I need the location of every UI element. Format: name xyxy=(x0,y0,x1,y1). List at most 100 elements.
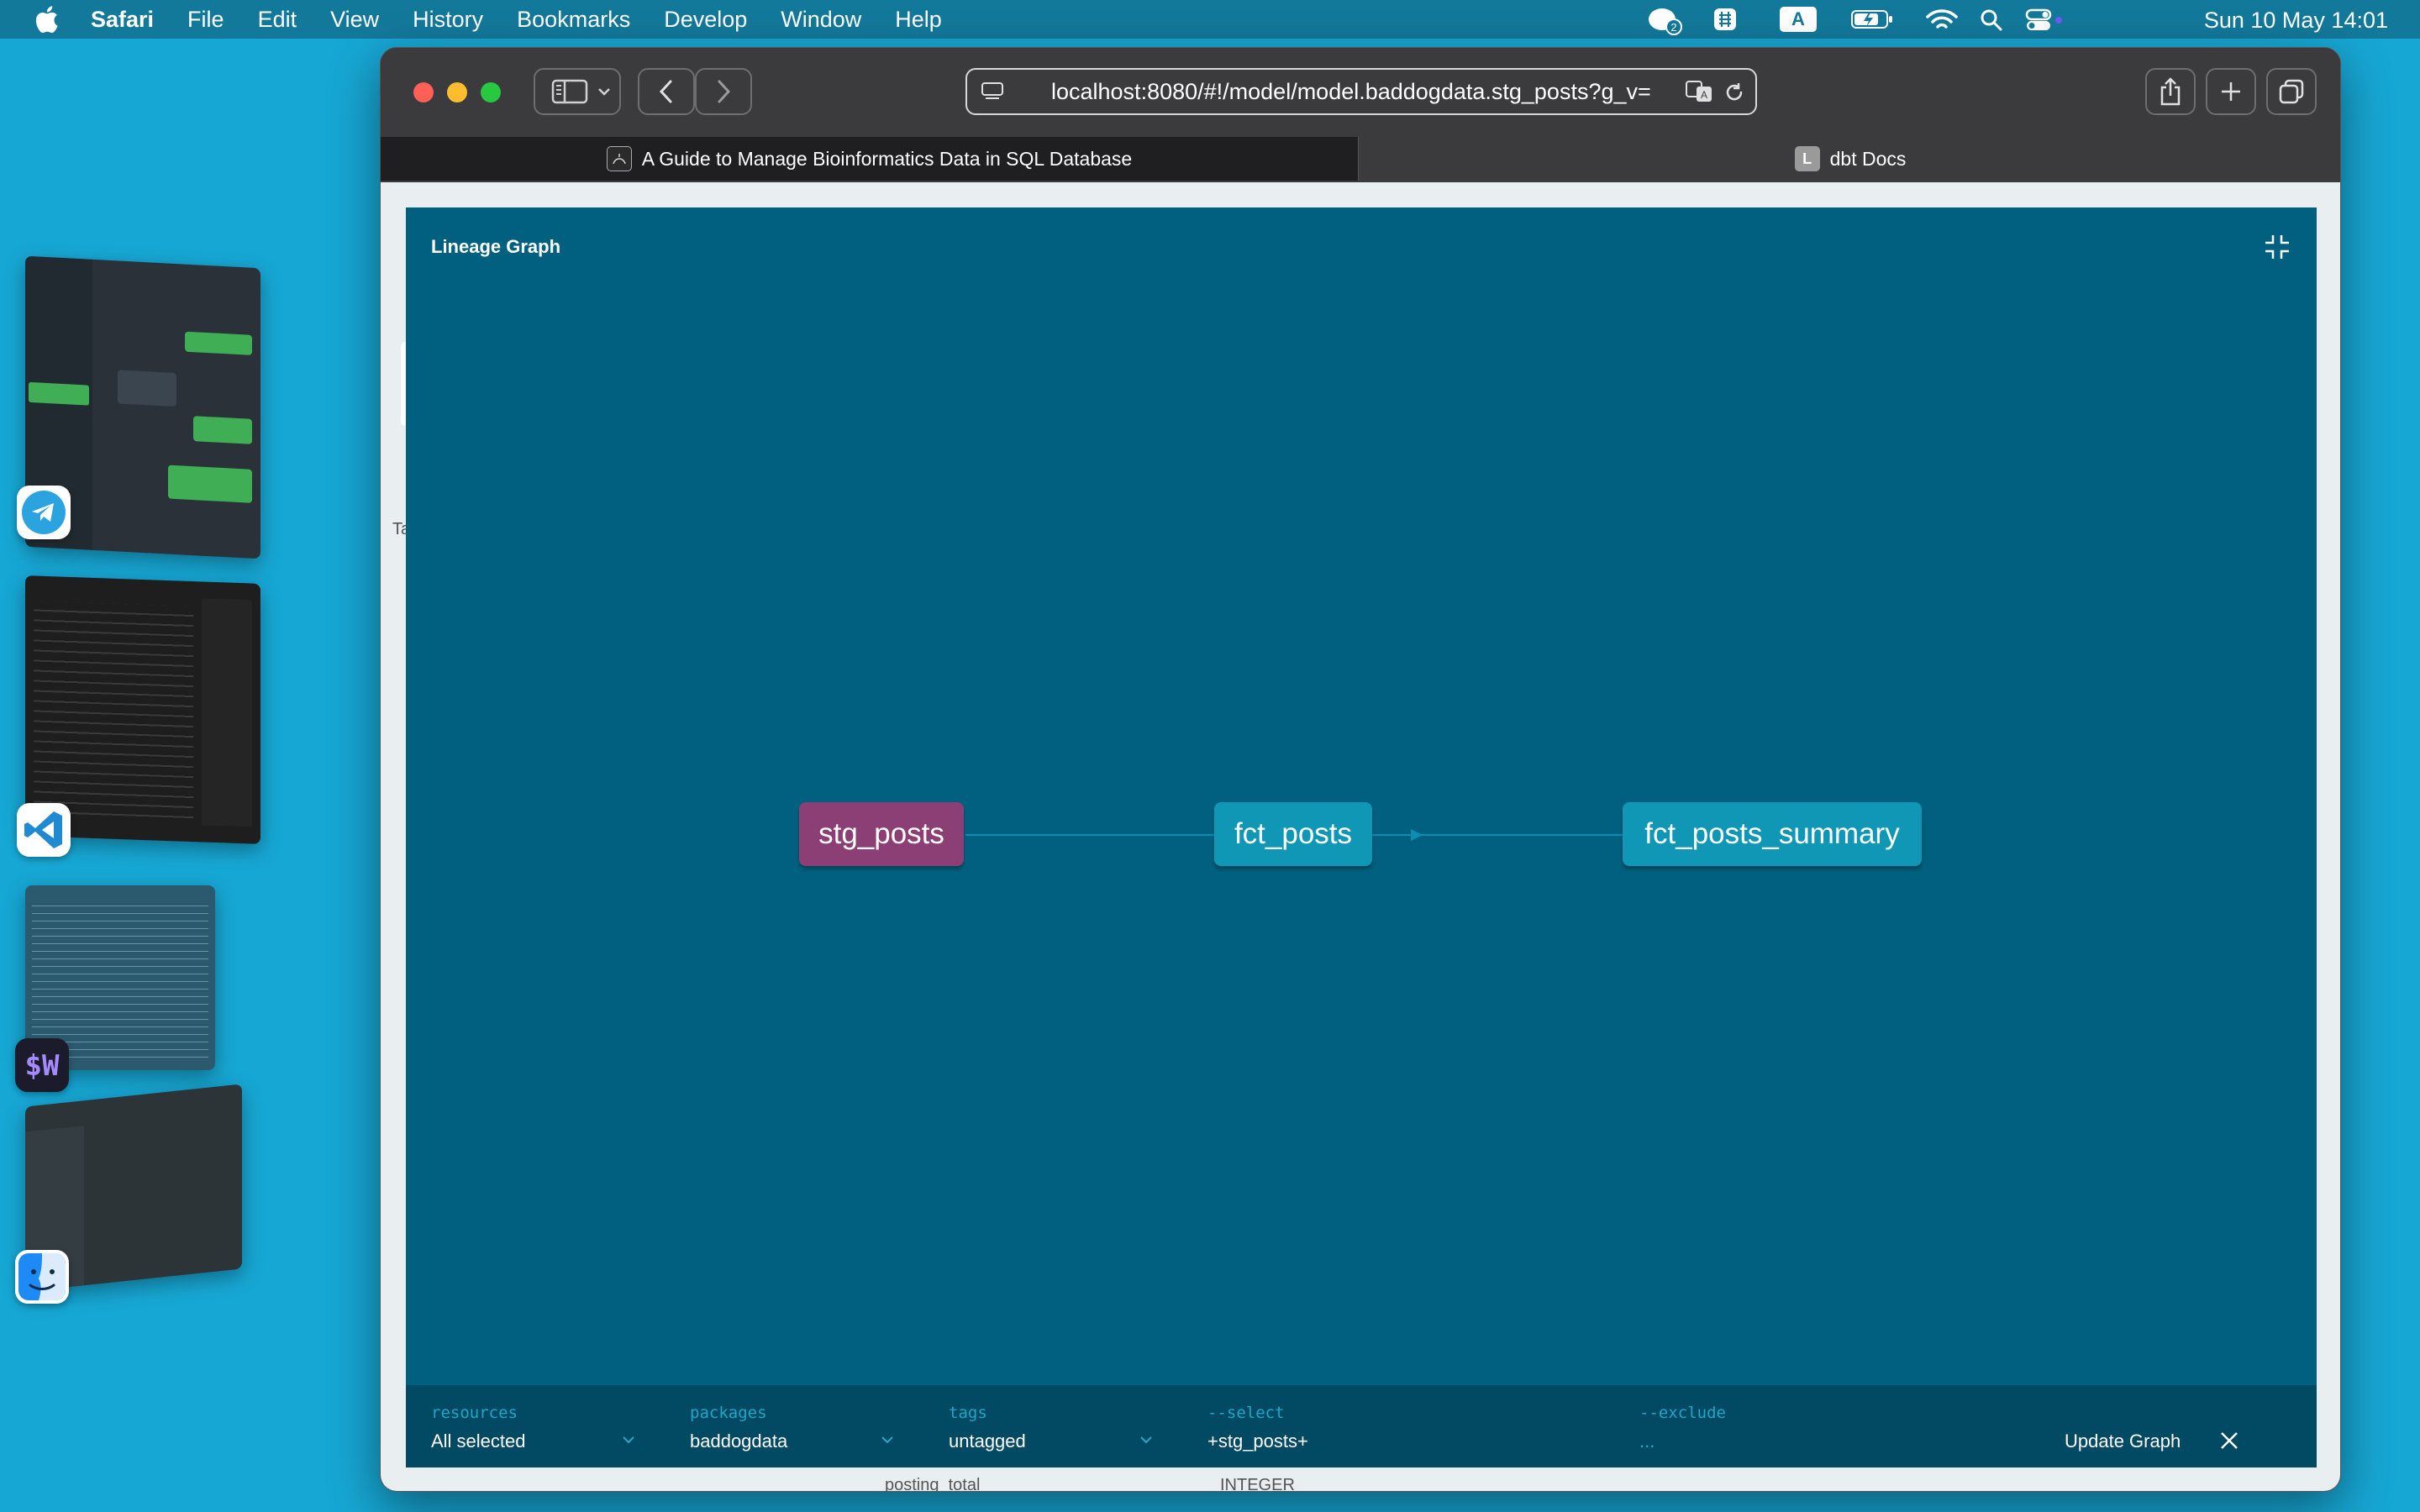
svg-text:$W: $W xyxy=(25,1049,60,1083)
back-button[interactable] xyxy=(638,68,695,115)
thumb-terminal-lines xyxy=(32,899,208,1058)
tab-bioinformatics-guide[interactable]: A Guide to Manage Bioinformatics Data in… xyxy=(381,137,1359,181)
share-button[interactable] xyxy=(2145,68,2196,115)
page-settings-icon[interactable] xyxy=(981,81,1004,102)
grid-app-icon[interactable] xyxy=(1712,7,1738,32)
tab-title: A Guide to Manage Bioinformatics Data in… xyxy=(641,147,1133,170)
thumb-code-lines xyxy=(34,601,193,826)
filter-value[interactable]: All selected xyxy=(431,1431,526,1452)
menu-edit[interactable]: Edit xyxy=(258,7,297,33)
graph-node-fct-posts-summary[interactable]: fct_posts_summary xyxy=(1623,802,1922,866)
vscode-app-icon[interactable] xyxy=(17,803,71,857)
underlying-table-row: posting_total INTEGER xyxy=(885,1476,1295,1492)
dbt-favicon-icon: L xyxy=(1794,146,1820,171)
telegram-icon xyxy=(22,491,66,534)
filter-packages[interactable]: packages baddogdata xyxy=(690,1385,895,1467)
filter-label: packages xyxy=(690,1404,767,1422)
plus-icon xyxy=(2222,82,2240,101)
tab-bar: A Guide to Manage Bioinformatics Data in… xyxy=(381,137,2340,181)
svg-text:A: A xyxy=(1701,89,1707,101)
input-source-label: A xyxy=(1791,8,1805,29)
graph-node-fct-posts[interactable]: fct_posts xyxy=(1214,802,1372,866)
chevron-right-icon xyxy=(718,80,731,103)
filter-label: --select xyxy=(1207,1404,1285,1422)
filter-tags[interactable]: tags untagged xyxy=(949,1385,1152,1467)
browser-toolbar: localhost:8080/#!/model/model.baddogdata… xyxy=(381,48,2340,137)
select-input[interactable]: +stg_posts+ xyxy=(1207,1431,1308,1452)
notification-badge: 2 xyxy=(1670,21,1676,34)
thumb-chat-bubble xyxy=(118,370,176,407)
url-text[interactable]: localhost:8080/#!/model/model.baddogdata… xyxy=(1051,70,1673,113)
forward-button[interactable] xyxy=(695,68,752,115)
tab-favicon-icon xyxy=(606,146,632,171)
filter-value[interactable]: baddogdata xyxy=(690,1431,787,1452)
graph-filter-bar: resources All selected packages baddogda… xyxy=(406,1385,2317,1467)
wifi-icon[interactable] xyxy=(1926,8,1958,32)
underlying-row-type: INTEGER xyxy=(1219,1476,1295,1492)
tab-overview-icon xyxy=(2279,79,2304,104)
lineage-graph-panel: Lineage Graph stg_posts fct_posts fct_po… xyxy=(406,207,2317,1467)
thumb-chat-bubble xyxy=(168,465,252,503)
chevron-down-icon xyxy=(598,88,610,96)
update-graph-button[interactable]: Update Graph xyxy=(2065,1431,2181,1452)
close-icon[interactable] xyxy=(2217,1429,2241,1452)
reload-icon[interactable] xyxy=(1723,81,1745,103)
share-icon xyxy=(2160,77,2181,106)
minimize-window-button[interactable] xyxy=(447,82,467,102)
chevron-down-icon[interactable] xyxy=(621,1434,636,1446)
filter-exclude[interactable]: --exclude ... xyxy=(1639,1385,2009,1467)
filter-value[interactable]: untagged xyxy=(949,1431,1026,1452)
menu-history[interactable]: History xyxy=(413,7,483,33)
tab-dbt-docs[interactable]: L dbt Docs xyxy=(1359,137,2340,181)
finder-icon xyxy=(18,1253,66,1300)
node-label: fct_posts xyxy=(1234,817,1353,850)
sidebar-toggle-button[interactable] xyxy=(534,68,621,115)
spotlight-search-icon[interactable] xyxy=(1980,8,2003,32)
menu-bookmarks[interactable]: Bookmarks xyxy=(517,7,630,33)
filter-select[interactable]: --select +stg_posts+ xyxy=(1207,1385,1594,1467)
input-source-icon[interactable]: A xyxy=(1780,7,1817,32)
menubar-clock[interactable]: Sun 10 May 14:01 xyxy=(2204,8,2388,34)
page-content: Ta Lineage Graph stg_posts fct_posts fct… xyxy=(381,182,2340,1492)
apple-icon[interactable] xyxy=(34,5,59,34)
zoom-window-button[interactable] xyxy=(481,82,501,102)
chevron-down-icon[interactable] xyxy=(1139,1434,1154,1446)
close-window-button[interactable] xyxy=(413,82,434,102)
warp-app-icon[interactable]: $W xyxy=(15,1038,69,1092)
status-area: 2 A Sun 10 May 14:01 xyxy=(1649,0,2420,39)
thumb-chat-bubble xyxy=(185,331,252,355)
telegram-app-icon[interactable] xyxy=(17,486,71,539)
filter-label: --exclude xyxy=(1639,1404,1726,1422)
menu-app-name[interactable]: Safari xyxy=(91,7,154,33)
new-tab-button[interactable] xyxy=(2206,68,2256,115)
warp-terminal-icon: $W xyxy=(25,1049,60,1083)
control-center-icon[interactable] xyxy=(2025,8,2064,32)
thumb-chat-bubble xyxy=(193,416,252,444)
menu-file[interactable]: File xyxy=(187,7,224,33)
filter-resources[interactable]: resources All selected xyxy=(431,1385,636,1467)
menu-bar: Safari File Edit View History Bookmarks … xyxy=(0,0,2420,39)
menu-develop[interactable]: Develop xyxy=(664,7,747,33)
chevron-down-icon[interactable] xyxy=(880,1434,895,1446)
graph-node-stg-posts[interactable]: stg_posts xyxy=(799,802,964,866)
tab-overview-button[interactable] xyxy=(2266,68,2317,115)
filter-label: resources xyxy=(431,1404,518,1422)
thumb-active-row xyxy=(29,381,89,406)
finder-app-icon[interactable] xyxy=(15,1250,69,1304)
menu-help[interactable]: Help xyxy=(895,7,942,33)
exclude-input[interactable]: ... xyxy=(1639,1431,1655,1452)
tab-title: dbt Docs xyxy=(1829,147,1907,170)
node-label: stg_posts xyxy=(818,817,944,850)
safari-window: localhost:8080/#!/model/model.baddogdata… xyxy=(380,47,2341,1492)
menu-window[interactable]: Window xyxy=(781,7,861,33)
collapse-icon[interactable] xyxy=(2263,233,2291,261)
chat-notification-icon[interactable]: 2 xyxy=(1647,7,1684,35)
address-bar[interactable]: localhost:8080/#!/model/model.baddogdata… xyxy=(965,68,1757,115)
menu-view[interactable]: View xyxy=(330,7,379,33)
battery-icon[interactable] xyxy=(1850,8,1894,30)
chevron-left-icon xyxy=(659,80,672,103)
sidebar-icon xyxy=(551,79,588,104)
thumb-side-panel xyxy=(202,598,252,827)
translate-icon[interactable]: A xyxy=(1685,80,1715,103)
vscode-icon xyxy=(24,811,62,848)
